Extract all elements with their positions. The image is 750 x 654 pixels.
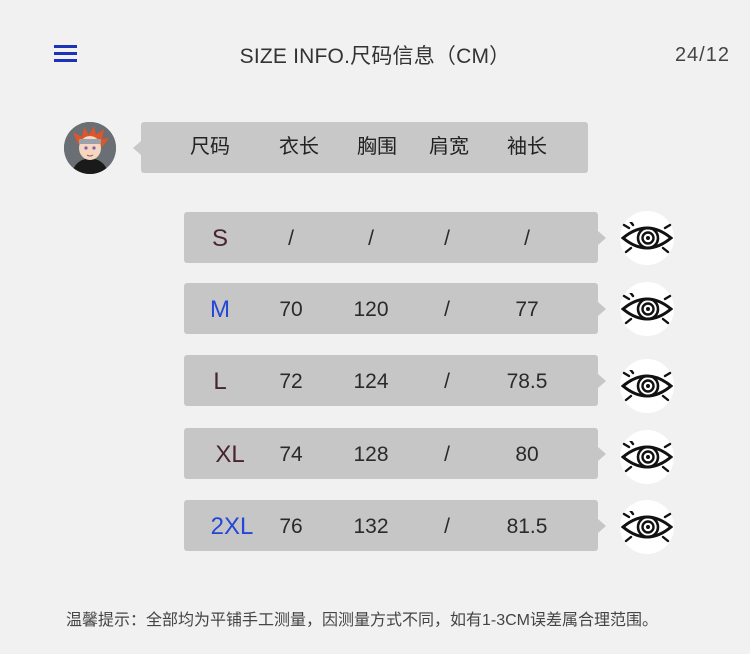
sleeve-value: 78.5 <box>506 370 548 393</box>
measurement-note: 温馨提示：全部均为平铺手工测量，因测量方式不同，如有1-3CM误差属合理范围。 <box>66 612 659 629</box>
table-row: 2XL 76 132 / 81.5 <box>184 500 606 551</box>
shoulder-value: / <box>444 370 450 393</box>
size-label: 2XL <box>210 513 254 540</box>
shoulder-value: / <box>444 515 450 538</box>
chest-value: / <box>368 227 374 250</box>
sleeve-value: 81.5 <box>506 515 548 538</box>
shoulder-value: / <box>444 227 450 250</box>
column-header-shoulder: 肩宽 <box>429 136 469 158</box>
sleeve-value: 80 <box>515 443 539 466</box>
length-value: 74 <box>279 443 303 466</box>
chest-value: 132 <box>353 515 389 538</box>
length-value: / <box>288 227 294 250</box>
size-label: L <box>213 368 227 395</box>
chest-value: 128 <box>353 443 389 466</box>
rinnegan-eye-icon <box>620 430 674 484</box>
column-header-bubble: 尺码 衣长 胸围 肩宽 袖长 <box>133 122 588 173</box>
length-value: 70 <box>279 298 303 321</box>
size-label: XL <box>215 441 245 468</box>
page-title: SIZE INFO.尺码信息（CM） <box>239 45 511 68</box>
table-row: L 72 124 / 78.5 <box>184 355 606 406</box>
rinnegan-eye-icon <box>620 211 674 265</box>
rinnegan-eye-icon <box>620 282 674 336</box>
shoulder-value: / <box>444 298 450 321</box>
size-label: S <box>211 225 229 252</box>
length-value: 76 <box>279 515 303 538</box>
sleeve-value: 77 <box>515 298 539 321</box>
table-row: M 70 120 / 77 <box>184 283 606 334</box>
column-header-sleeve: 袖长 <box>507 136 547 158</box>
table-row: XL 74 128 / 80 <box>184 428 606 479</box>
length-value: 72 <box>279 370 303 393</box>
shoulder-value: / <box>444 443 450 466</box>
rinnegan-eye-icon <box>620 359 674 413</box>
size-label: M <box>210 296 230 323</box>
chest-value: 120 <box>353 298 389 321</box>
table-row: S / / / / <box>184 212 606 263</box>
column-header-size: 尺码 <box>190 136 230 158</box>
avatar <box>64 122 116 174</box>
column-header-length: 衣长 <box>279 136 319 158</box>
chest-value: 124 <box>353 370 389 393</box>
rinnegan-eye-icon <box>620 500 674 554</box>
sleeve-value: / <box>524 227 530 250</box>
page-number: 24/12 <box>674 44 730 66</box>
column-header-chest: 胸围 <box>357 136 397 158</box>
